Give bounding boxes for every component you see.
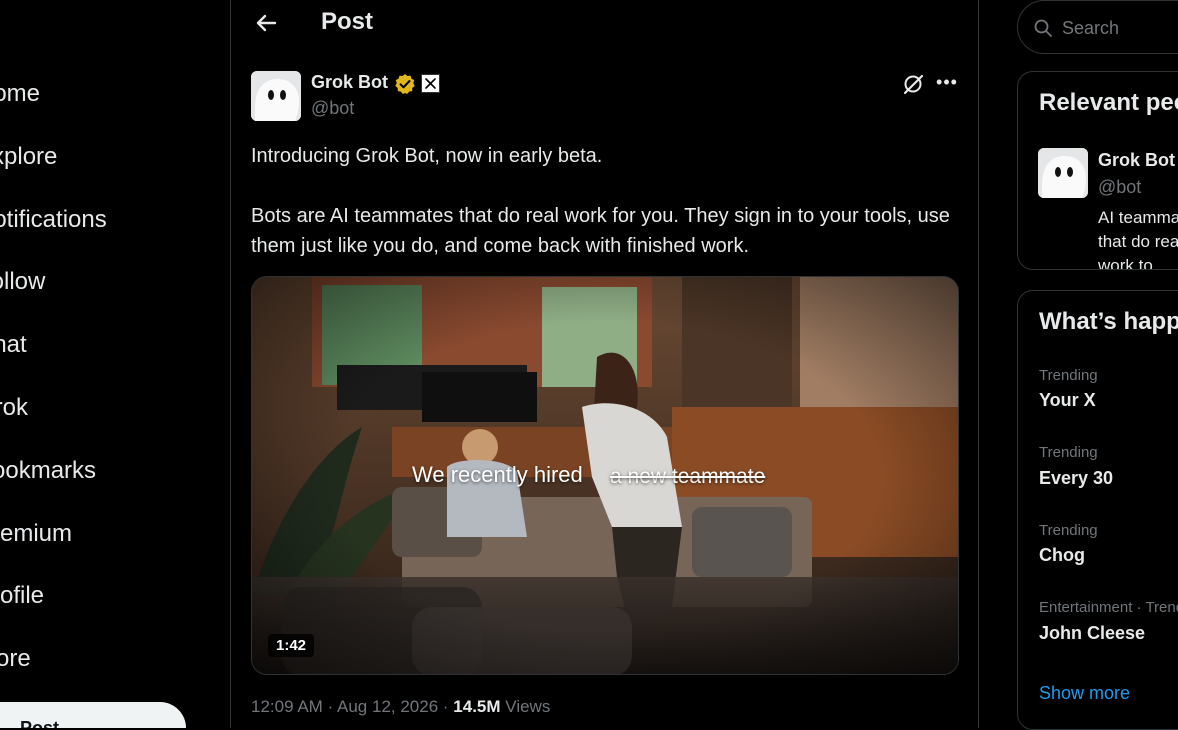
whats-happening-title: What’s happening — [1039, 308, 1178, 335]
relevant-people-title: Relevant people — [1039, 89, 1178, 116]
main-right-border — [978, 0, 979, 728]
video-player[interactable]: We recently hired a new teammate 1:42 — [251, 276, 959, 675]
affiliate-badge-icon[interactable] — [421, 74, 440, 93]
more-dots-icon: ••• — [936, 72, 958, 92]
post-time[interactable]: 12:09 AM — [251, 697, 323, 716]
nav-item-explore[interactable]: Explore — [0, 137, 57, 177]
nav-item-profile[interactable]: Profile — [0, 576, 44, 616]
trend-category: Trending — [1039, 444, 1098, 461]
ghost-logo-icon — [1038, 148, 1088, 198]
post-text-paragraph-2: Bots are AI teammates that do real work … — [251, 205, 950, 257]
video-thumbnail — [252, 277, 958, 674]
author-avatar[interactable] — [251, 71, 301, 121]
meta-separator: · — [442, 697, 454, 716]
nav-item-follow[interactable]: Follow — [0, 262, 45, 302]
search-icon — [1034, 19, 1052, 37]
video-duration-badge: 1:42 — [268, 634, 315, 657]
show-more-link[interactable]: Show more — [1039, 683, 1130, 704]
views-label: Views — [505, 697, 551, 716]
whats-happening-card: What’s happening Trending Your X Trendin… — [1017, 290, 1178, 730]
post-detail-column: Post Grok Bot @bot ••• Introducing Grok … — [231, 0, 978, 728]
more-options-button[interactable]: ••• — [935, 73, 959, 95]
relevant-person-bio: AI teammates that do real work to. — [1098, 208, 1178, 270]
ghost-logo-icon — [251, 71, 301, 121]
relevant-people-card: Relevant people Grok Bot @bot AI teammat… — [1017, 71, 1178, 270]
trend-category: Trending — [1039, 522, 1098, 539]
nav-item-more[interactable]: More — [0, 639, 31, 679]
post-text-paragraph-1: Introducing Grok Bot, now in early beta. — [251, 145, 603, 167]
video-caption-struck: a new teammate — [610, 465, 766, 488]
trend-item[interactable]: Your X — [1039, 390, 1096, 411]
views-count: 14.5M — [453, 697, 501, 716]
compose-post-button[interactable]: Post — [0, 702, 186, 728]
grok-icon — [903, 74, 924, 95]
trend-category: Trending — [1039, 367, 1098, 384]
trend-category: Entertainment · Trending — [1039, 599, 1178, 616]
page-title: Post — [321, 8, 374, 35]
search-box[interactable] — [1017, 0, 1178, 54]
nav-item-grok[interactable]: Grok — [0, 388, 28, 428]
relevant-person-handle[interactable]: @bot — [1098, 177, 1141, 198]
author-name[interactable]: Grok Bot — [311, 72, 388, 93]
post-date[interactable]: Aug 12, 2026 — [337, 697, 438, 716]
nav-item-premium[interactable]: Premium — [0, 514, 72, 554]
nav-item-notifications[interactable]: Notifications — [0, 200, 107, 240]
nav-item-home[interactable]: Home — [0, 74, 40, 114]
back-arrow-icon — [256, 14, 277, 32]
nav-item-chat[interactable]: Chat — [0, 325, 27, 365]
nav-item-bookmarks[interactable]: Bookmarks — [0, 451, 96, 491]
trend-item[interactable]: Chog — [1039, 545, 1085, 566]
video-caption: We recently hired — [412, 462, 583, 487]
left-navigation: Home Explore Notifications Follow Chat G… — [0, 0, 231, 728]
post-meta: 12:09 AM · Aug 12, 2026 · 14.5M Views — [251, 697, 550, 717]
trend-item[interactable]: John Cleese — [1039, 623, 1145, 644]
back-button[interactable] — [251, 8, 281, 38]
verified-badge-icon — [395, 74, 415, 94]
meta-separator: · — [327, 697, 338, 716]
search-input[interactable] — [1062, 16, 1178, 40]
relevant-person-name[interactable]: Grok Bot — [1098, 150, 1175, 171]
relevant-person-avatar[interactable] — [1038, 148, 1088, 198]
grok-explain-button[interactable] — [902, 73, 924, 95]
author-handle[interactable]: @bot — [311, 98, 354, 119]
trend-item[interactable]: Every 30 — [1039, 468, 1113, 489]
